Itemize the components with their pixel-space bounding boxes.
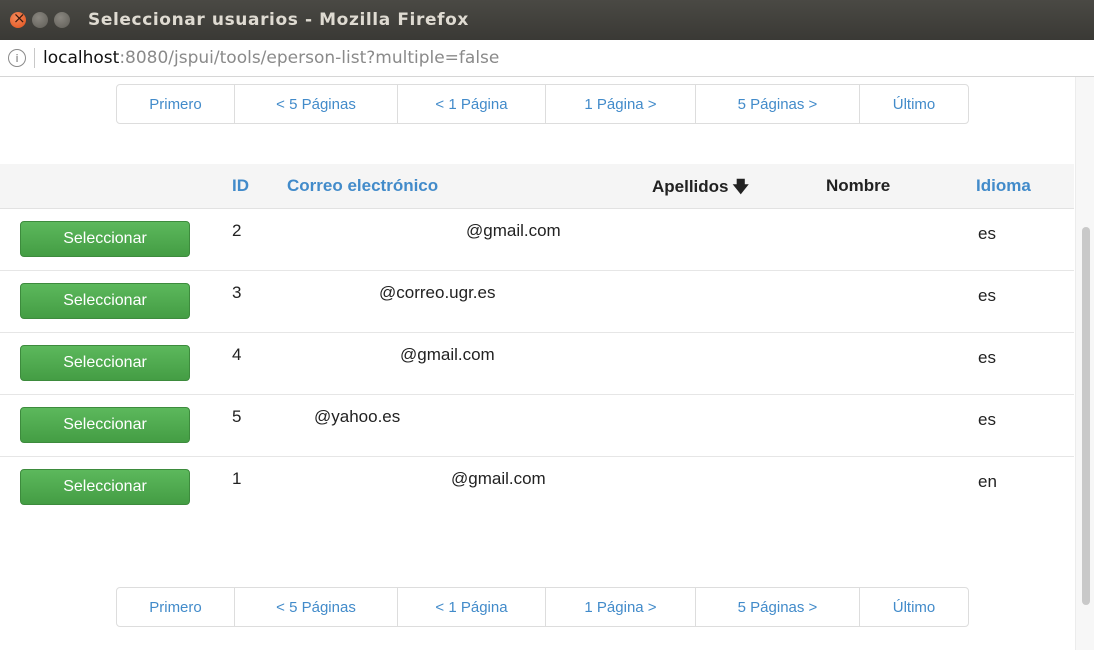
info-icon[interactable]: i [8, 49, 26, 67]
row-language: es [978, 348, 996, 367]
minimize-icon[interactable] [32, 12, 48, 28]
row-id: 1 [232, 469, 242, 488]
maximize-icon[interactable] [54, 12, 70, 28]
row-language: es [978, 224, 996, 243]
row-id: 3 [232, 283, 242, 302]
vertical-scrollbar[interactable] [1075, 77, 1094, 650]
row-language: es [978, 286, 996, 305]
close-icon[interactable] [10, 9, 26, 28]
sort-down-arrow-icon: 🡇 [732, 179, 749, 196]
title-bar: Seleccionar usuarios - Mozilla Firefox [0, 0, 1094, 40]
select-button[interactable]: Seleccionar [20, 221, 190, 257]
row-id: 4 [232, 345, 242, 364]
pagination-top: Primero < 5 Páginas < 1 Página 1 Página … [116, 84, 969, 124]
url-bar[interactable]: i localhost :8080/jspui/tools/eperson-li… [0, 40, 1094, 77]
window-title: Seleccionar usuarios - Mozilla Firefox [88, 10, 469, 30]
row-email: @yahoo.es [314, 407, 401, 426]
header-lastname-label: Apellidos [652, 177, 729, 196]
table-row: Seleccionar 5 @yahoo.es es [0, 395, 1074, 457]
table-row: Seleccionar 1 @gmail.com en [0, 457, 1074, 518]
page-forward-5-link[interactable]: 5 Páginas > [696, 85, 860, 123]
page-forward-1-link[interactable]: 1 Página > [546, 85, 696, 123]
page-first-link[interactable]: Primero [117, 85, 235, 123]
browser-window: Seleccionar usuarios - Mozilla Firefox i… [0, 0, 1094, 650]
header-id[interactable]: ID [232, 176, 249, 196]
row-id: 2 [232, 221, 242, 240]
header-lastname: Apellidos 🡇 [652, 176, 749, 203]
page-last-link[interactable]: Último [860, 85, 968, 123]
page-back-5-link[interactable]: < 5 Páginas [235, 588, 398, 626]
row-language: en [978, 472, 997, 491]
table-row: Seleccionar 4 @gmail.com es [0, 333, 1074, 395]
page-first-link[interactable]: Primero [117, 588, 235, 626]
window-controls [10, 9, 70, 28]
page-content: Primero < 5 Páginas < 1 Página 1 Página … [0, 77, 1074, 650]
page-back-1-link[interactable]: < 1 Página [398, 85, 546, 123]
table-row: Seleccionar 3 @correo.ugr.es es [0, 271, 1074, 333]
page-forward-1-link[interactable]: 1 Página > [546, 588, 696, 626]
select-button[interactable]: Seleccionar [20, 345, 190, 381]
page-forward-5-link[interactable]: 5 Páginas > [696, 588, 860, 626]
table-row: Seleccionar 2 @gmail.com es [0, 209, 1074, 271]
row-id: 5 [232, 407, 242, 426]
header-firstname: Nombre [826, 176, 891, 195]
header-email[interactable]: Correo electrónico [287, 176, 438, 196]
page-last-link[interactable]: Último [860, 588, 968, 626]
row-email: @gmail.com [451, 469, 546, 488]
pagination-bottom: Primero < 5 Páginas < 1 Página 1 Página … [116, 587, 969, 627]
url-path: :8080/jspui/tools/eperson-list?multiple=… [119, 48, 500, 68]
scrollbar-thumb[interactable] [1082, 227, 1090, 605]
select-button[interactable]: Seleccionar [20, 283, 190, 319]
url-separator [34, 48, 35, 68]
table-header: ID Correo electrónico Apellidos 🡇 Nombre … [0, 164, 1074, 209]
row-email: @gmail.com [466, 221, 561, 240]
row-language: es [978, 410, 996, 429]
select-button[interactable]: Seleccionar [20, 407, 190, 443]
url-host: localhost [43, 48, 120, 68]
select-button[interactable]: Seleccionar [20, 469, 190, 505]
row-email: @gmail.com [400, 345, 495, 364]
header-language[interactable]: Idioma [976, 176, 1031, 196]
row-email: @correo.ugr.es [379, 283, 496, 302]
page-back-1-link[interactable]: < 1 Página [398, 588, 546, 626]
page-back-5-link[interactable]: < 5 Páginas [235, 85, 398, 123]
